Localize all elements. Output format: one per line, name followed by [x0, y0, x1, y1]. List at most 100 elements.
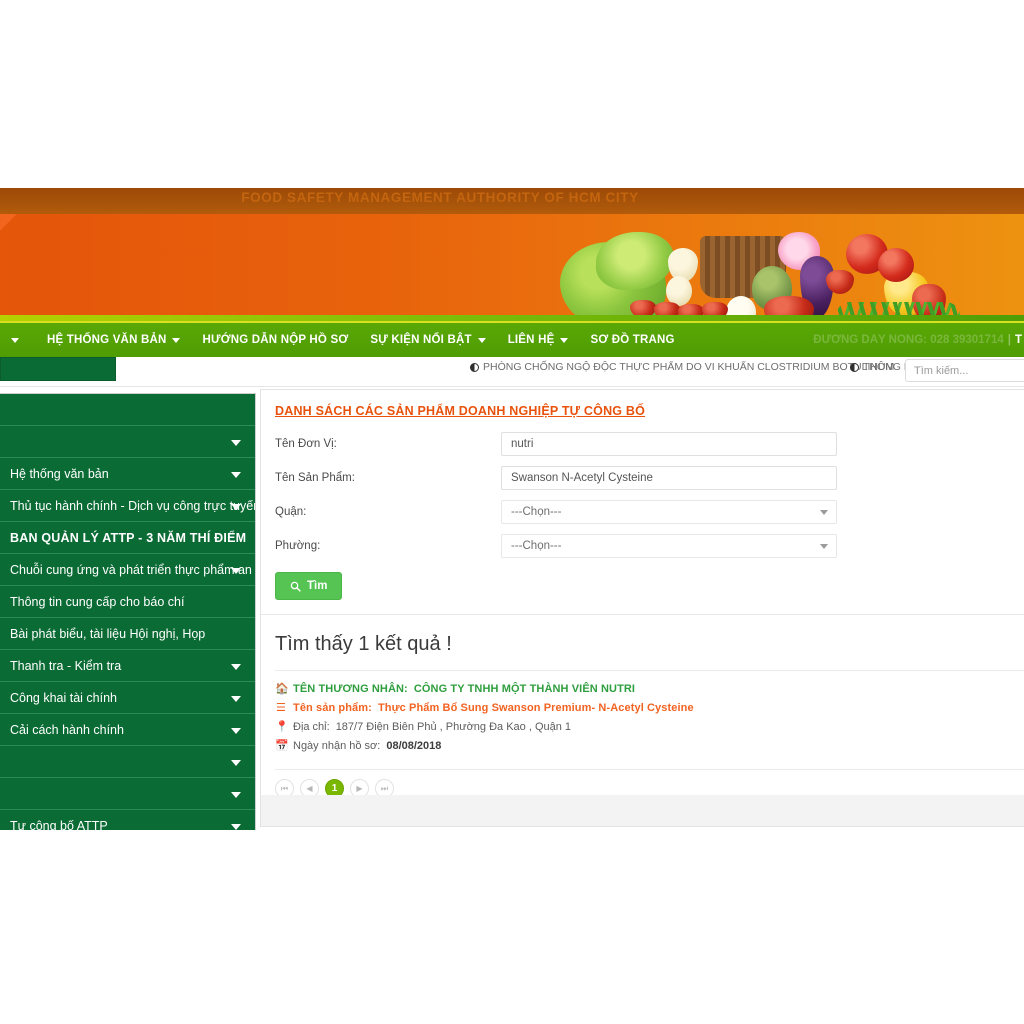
form-label: Tên Sản Phẩm:	[275, 472, 355, 484]
sidebar-item-11[interactable]	[0, 746, 255, 778]
nav-item-huong-dan-nop-ho-so[interactable]: HƯỚNG DẪN NỘP HỒ SƠ	[191, 322, 359, 358]
banner-title: FOOD SAFETY MANAGEMENT AUTHORITY OF HCM …	[241, 190, 639, 205]
ten-don-vi-input[interactable]	[501, 432, 837, 456]
chevron-down-icon	[231, 791, 241, 798]
search-submit-button[interactable]: Tìm	[275, 572, 343, 600]
sidebar-item-thong-tin-bao-chi[interactable]: Thông tin cung cấp cho báo chí	[0, 586, 255, 618]
sidebar-item-label: Công khai tài chính	[10, 690, 118, 705]
nav-item-lien-he[interactable]: LIÊN HỆ	[497, 322, 580, 358]
quan-select[interactable]: ---Chọn---	[501, 500, 837, 524]
news-ticker-primary[interactable]: PHÒNG CHỐNG NGỘ ĐỘC THỰC PHẨM DO VI KHUẨ…	[470, 361, 894, 373]
sidebar-item-12[interactable]	[0, 778, 255, 810]
sidebar-item-label: Bài phát biểu, tài liệu Hội nghị, Họp	[10, 626, 206, 641]
form-label: Phường:	[275, 540, 321, 552]
result-row[interactable]: 🏠 TÊN THƯƠNG NHÂN: CÔNG TY TNHH MỘT THÀN…	[261, 671, 1024, 763]
result-product-line: ☰ Tên sản phẩm: Thực Phẩm Bổ Sung Swanso…	[275, 702, 1024, 715]
result-address-value: 187/7 Điện Biên Phủ , Phường Đa Kao , Qu…	[335, 721, 572, 733]
list-icon: ☰	[276, 702, 286, 714]
news-ticker-text: PHÒNG CHỐNG NGỘ ĐỘC THỰC PHẨM DO VI KHUẨ…	[483, 361, 895, 373]
sidebar-item-bai-phat-bieu[interactable]: Bài phát biểu, tài liệu Hội nghị, Họp	[0, 618, 255, 650]
form-row-phuong: Phường: ---Chọn---	[275, 534, 1024, 558]
result-merchant-value: CÔNG TY TNHH MỘT THÀNH VIÊN NUTRI	[413, 683, 636, 695]
viewport-bottom-blank	[0, 830, 1024, 1024]
chevron-down-icon	[231, 663, 241, 670]
hotline-separator: |	[1007, 334, 1011, 346]
banner-artwork	[0, 214, 1024, 321]
phuong-select[interactable]: ---Chọn---	[501, 534, 837, 558]
hotline-tail: T	[1014, 334, 1022, 346]
result-merchant-label: TÊN THƯƠNG NHÂN:	[293, 683, 408, 695]
viewport-top-blank	[0, 0, 1024, 188]
sidebar-item-cai-cach-hanh-chinh[interactable]: Cải cách hành chính	[0, 714, 255, 746]
search-icon	[290, 581, 301, 592]
sidebar-item-label: Thanh tra - Kiểm tra	[10, 658, 122, 673]
nav-item-label: LIÊN HỆ	[507, 334, 555, 346]
nav-item-label: SƠ ĐỒ TRANG	[590, 334, 675, 346]
nav-item-so-do-trang[interactable]: SƠ ĐỒ TRANG	[579, 322, 685, 358]
sidebar-item-label: Thông tin cung cấp cho báo chí	[10, 594, 185, 609]
result-date-label: Ngày nhận hồ sơ:	[293, 740, 381, 752]
calendar-icon: 📅	[275, 740, 289, 752]
form-row-ten-don-vi: Tên Đơn Vị:	[275, 432, 1024, 456]
sidebar-item-ban-quan-ly-attp[interactable]: BAN QUẢN LÝ ATTP - 3 NĂM THÍ ĐIỂM	[0, 522, 255, 554]
content-footer-strip	[260, 795, 1024, 827]
result-date-value: 08/08/2018	[386, 740, 442, 752]
sidebar-item-label: Chuỗi cung ứng và phát triển thực phẩm a…	[10, 562, 255, 577]
tomato-graphic-2	[878, 248, 914, 282]
main-navigation: HỆ THỐNG VĂN BẢN HƯỚNG DẪN NỘP HỒ SƠ SỰ …	[0, 321, 1024, 357]
page-root: FOOD SAFETY MANAGEMENT AUTHORITY OF HCM …	[0, 0, 1024, 1024]
news-ticker-secondary[interactable]: THÔNG B	[850, 361, 908, 373]
nav-item-su-kien-noi-bat[interactable]: SỰ KIỆN NỔI BẬT	[359, 322, 496, 358]
form-row-ten-san-pham: Tên Sản Phẩm:	[275, 466, 1024, 490]
chevron-down-icon	[231, 471, 241, 478]
chevron-down-icon	[231, 567, 241, 574]
chevron-down-icon	[231, 727, 241, 734]
sidebar-item-label: Hệ thống văn bản	[10, 466, 109, 481]
result-address-label: Địa chỉ:	[293, 721, 330, 733]
chevron-down-icon	[11, 337, 19, 343]
sidebar-item-label: Cải cách hành chính	[10, 722, 124, 737]
main-content-panel: DANH SÁCH CÁC SẢN PHẨM DOANH NGHIỆP TỰ C…	[260, 389, 1024, 815]
sidebar-item-chuoi-cung-ung[interactable]: Chuỗi cung ứng và phát triển thực phẩm a…	[0, 554, 255, 586]
quan-select-wrap: ---Chọn---	[501, 500, 837, 524]
site-banner: FOOD SAFETY MANAGEMENT AUTHORITY OF HCM …	[0, 188, 1024, 321]
sidebar-item-1[interactable]	[0, 426, 255, 458]
result-merchant-line: 🏠 TÊN THƯƠNG NHÂN: CÔNG TY TNHH MỘT THÀN…	[275, 683, 1024, 696]
sidebar-item-label: BAN QUẢN LÝ ATTP - 3 NĂM THÍ ĐIỂM	[10, 530, 247, 545]
half-circle-icon	[850, 362, 859, 372]
result-address-line: 📍 Địa chỉ: 187/7 Điện Biên Phủ , Phường …	[275, 721, 1024, 734]
half-circle-icon	[470, 362, 479, 372]
sidebar-item-thu-tuc-hanh-chinh[interactable]: Thủ tục hành chính - Dịch vụ công trực t…	[0, 490, 255, 522]
map-pin-icon: 📍	[275, 721, 289, 733]
hotline-label: ĐƯỜNG DÂY NÓNG: 028 39301714	[813, 334, 1004, 346]
nav-item-label: SỰ KIỆN NỔI BẬT	[370, 334, 472, 346]
form-label: Quận:	[275, 506, 307, 518]
chevron-down-icon	[477, 337, 486, 343]
sidebar-item-0[interactable]	[0, 394, 255, 426]
result-product-value: Thực Phẩm Bổ Sung Swanson Premium- N-Ace…	[377, 702, 694, 714]
results-heading: Tìm thấy 1 kết quả !	[275, 633, 452, 655]
sidebar-item-cong-khai-tai-chinh[interactable]: Công khai tài chính	[0, 682, 255, 714]
nav-item-home[interactable]	[0, 322, 36, 358]
hotline-text: ĐƯỜNG DÂY NÓNG: 028 39301714 | T	[813, 334, 1024, 346]
secondary-bar: PHÒNG CHỐNG NGỘ ĐỘC THỰC PHẨM DO VI KHUẨ…	[0, 357, 1024, 387]
home-icon: 🏠	[275, 683, 289, 695]
sidebar-item-label: Thủ tục hành chính - Dịch vụ công trực t…	[10, 498, 255, 513]
nav-item-label: HƯỚNG DẪN NỘP HỒ SƠ	[202, 334, 349, 346]
tomato-graphic-8	[826, 270, 854, 294]
nav-item-he-thong-van-ban[interactable]: HỆ THỐNG VĂN BẢN	[36, 322, 191, 358]
nav-item-label: HỆ THỐNG VĂN BẢN	[47, 334, 167, 346]
phuong-select-wrap: ---Chọn---	[501, 534, 837, 558]
form-results-divider	[261, 614, 1024, 615]
ten-san-pham-input[interactable]	[501, 466, 837, 490]
chevron-down-icon	[172, 337, 181, 343]
chevron-down-icon	[231, 439, 241, 446]
form-label: Tên Đơn Vị:	[275, 438, 337, 450]
chevron-down-icon	[231, 503, 241, 510]
chevron-down-icon	[231, 695, 241, 702]
page-title[interactable]: DANH SÁCH CÁC SẢN PHẨM DOANH NGHIỆP TỰ C…	[275, 404, 645, 418]
sidebar-header-tab[interactable]	[0, 357, 116, 381]
sidebar-item-he-thong-van-ban[interactable]: Hệ thống văn bản	[0, 458, 255, 490]
search-input[interactable]	[905, 359, 1024, 382]
sidebar-item-thanh-tra-kiem-tra[interactable]: Thanh tra - Kiểm tra	[0, 650, 255, 682]
